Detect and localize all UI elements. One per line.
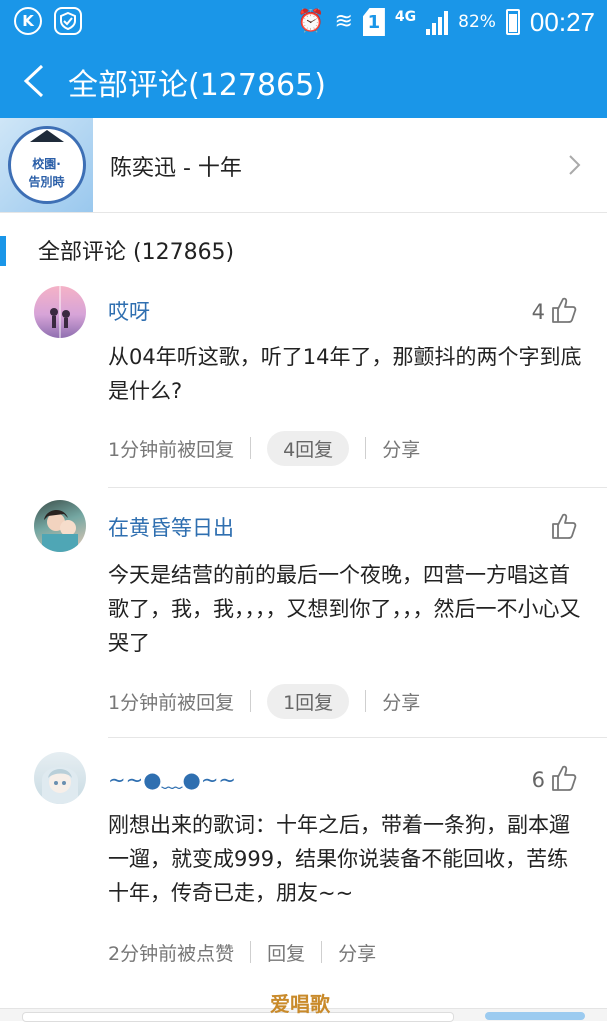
comment-time: 1分钟前被回复 bbox=[108, 438, 235, 461]
comment-time: 1分钟前被回复 bbox=[108, 691, 235, 714]
status-bar: K ⏰ ≋ 1 4G 82% 00:27 bbox=[0, 0, 607, 44]
sim-icon: 1 bbox=[362, 8, 385, 36]
like-count: 6 bbox=[531, 768, 545, 792]
comment-meta: 2分钟前被点赞 回复 分享 bbox=[108, 934, 376, 970]
song-title: 陈奕迅 - 十年 bbox=[110, 156, 242, 181]
like-button[interactable]: 4 bbox=[532, 296, 577, 324]
section-header: 全部评论 (127865) bbox=[0, 212, 607, 282]
cover-text-line1: 校園· bbox=[32, 157, 61, 171]
battery-icon bbox=[505, 9, 520, 35]
avatar[interactable] bbox=[34, 286, 86, 338]
section-title: 全部评论 (127865) bbox=[38, 240, 235, 265]
chevron-right-icon bbox=[563, 154, 585, 176]
thumbs-up-icon bbox=[552, 513, 577, 539]
wifi-icon: ≋ bbox=[334, 9, 353, 34]
comment-meta: 1分钟前被回复 1回复 分享 bbox=[108, 683, 420, 719]
comment-text: 今天是结营的前的最后一个夜晚，四营一方唱这首歌了，我，我，，，，又想到你了，，，… bbox=[108, 563, 581, 655]
send-button[interactable] bbox=[485, 1012, 585, 1020]
clock: 00:27 bbox=[529, 6, 595, 37]
song-info-row[interactable]: 校園· 告別時 陈奕迅 - 十年 bbox=[0, 118, 607, 213]
like-count: 4 bbox=[531, 300, 545, 324]
network-type: 4G bbox=[394, 9, 417, 25]
thumbs-up-icon bbox=[552, 765, 577, 791]
comment-item: ~~●﹏●~~ 6 刚想出来的歌词：十年之后，带着一条狗，副本遛一遛，就变成99… bbox=[0, 738, 607, 988]
share-button[interactable]: 分享 bbox=[382, 688, 420, 715]
cover-text-line2: 告別時 bbox=[28, 175, 65, 189]
comment-text: 从04年听这歌，听了14年了，那颤抖的两个字到底是什么? bbox=[108, 345, 582, 403]
title-bar: 全部评论(127865) bbox=[0, 44, 607, 118]
avatar[interactable] bbox=[34, 500, 86, 552]
battery-percent: 82% bbox=[458, 12, 496, 32]
comment-item: 在黄昏等日出 今天是结营的前的最后一个夜晚，四营一方唱这首歌了，我，我，，，，又… bbox=[0, 488, 607, 738]
signal-icon bbox=[426, 9, 449, 35]
song-cover-image: 校園· 告別時 bbox=[0, 118, 93, 212]
share-button[interactable]: 分享 bbox=[338, 939, 376, 966]
share-button[interactable]: 分享 bbox=[382, 435, 420, 462]
section-accent-bar bbox=[0, 236, 6, 266]
comment-username[interactable]: 在黄昏等日出 bbox=[108, 512, 234, 542]
comment-username[interactable]: 哎呀 bbox=[108, 296, 150, 326]
comment-item: 哎呀 4 从04年听这歌，听了14年了，那颤抖的两个字到底是什么? 1分钟前被回… bbox=[0, 282, 607, 488]
comment-text: 刚想出来的歌词：十年之后，带着一条狗，副本遛一遛，就变成999，结果你说装备不能… bbox=[108, 813, 570, 905]
graduation-cap-icon bbox=[30, 130, 64, 142]
alarm-icon: ⏰ bbox=[297, 9, 325, 34]
kugou-app-icon: K bbox=[14, 7, 42, 35]
comment-meta: 1分钟前被回复 4回复 分享 bbox=[108, 430, 420, 466]
security-shield-icon bbox=[54, 7, 82, 35]
reply-button[interactable]: 回复 bbox=[267, 939, 305, 966]
reply-count-button[interactable]: 1回复 bbox=[267, 683, 350, 719]
reply-count-button[interactable]: 4回复 bbox=[267, 430, 350, 466]
like-button[interactable] bbox=[545, 512, 577, 540]
back-arrow-icon[interactable] bbox=[20, 64, 50, 98]
thumbs-up-icon bbox=[552, 297, 577, 323]
page-title: 全部评论(127865) bbox=[68, 68, 326, 103]
comment-time: 2分钟前被点赞 bbox=[108, 942, 235, 965]
comment-input[interactable] bbox=[22, 1012, 454, 1022]
watermark: 爱唱歌 bbox=[270, 992, 330, 1016]
avatar[interactable] bbox=[34, 752, 86, 804]
comment-username[interactable]: ~~●﹏●~~ bbox=[108, 764, 236, 794]
like-button[interactable]: 6 bbox=[532, 764, 577, 792]
